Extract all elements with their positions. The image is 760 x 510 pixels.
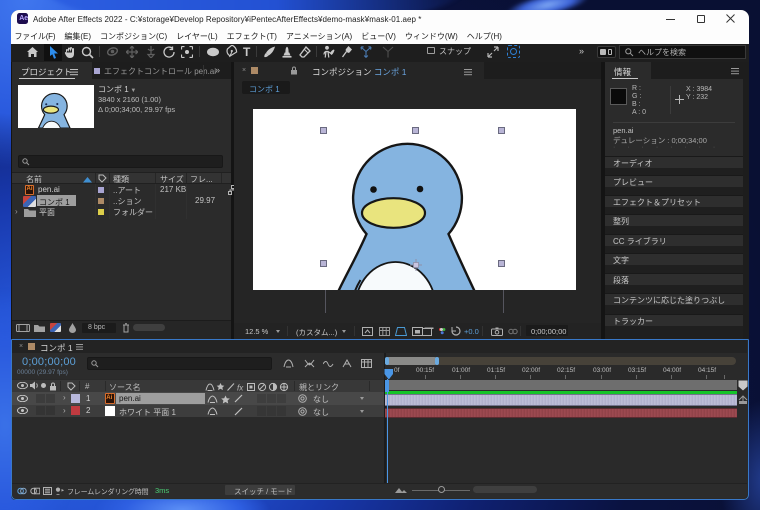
svg-text:fx: fx — [237, 383, 244, 392]
